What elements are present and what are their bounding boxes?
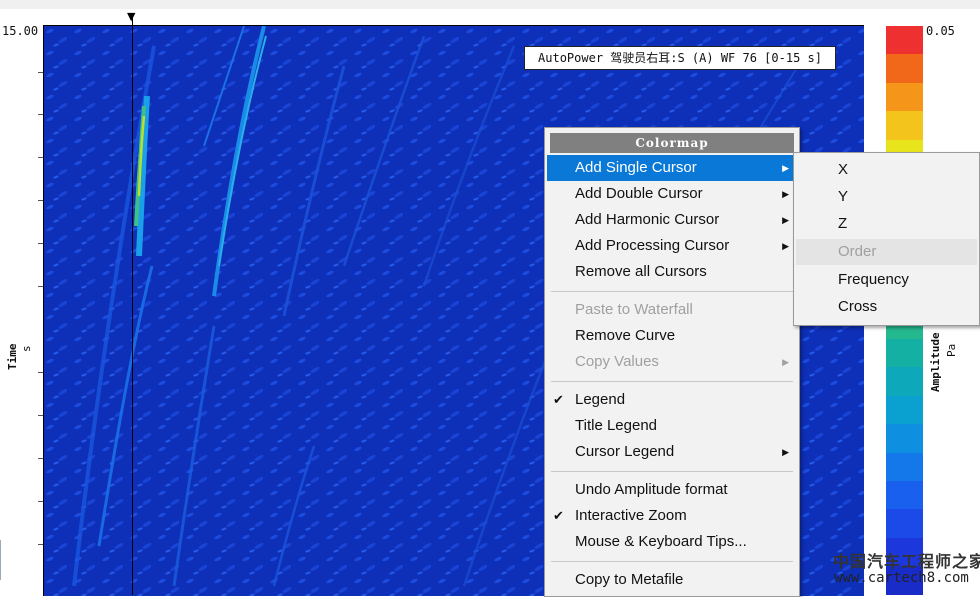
colorbar-swatch	[886, 367, 923, 396]
colorbar-swatch	[886, 111, 923, 140]
menu-item-remove-all-cursors[interactable]: Remove all Cursors	[547, 259, 795, 285]
context-menu-header: Colormap	[550, 133, 794, 153]
colorbar-swatch	[886, 395, 923, 425]
menu-item-add-single-cursor[interactable]: Add Single Cursor ▶	[547, 155, 795, 181]
menu-item-cursor-legend[interactable]: Cursor Legend ▶	[547, 439, 795, 465]
cursor-handle-icon[interactable]: ▼	[127, 11, 135, 22]
checkmark-icon: ✔	[553, 508, 564, 523]
menu-item-paste-to-waterfall: Paste to Waterfall	[575, 301, 693, 318]
menu-item-interactive-zoom[interactable]: ✔ Interactive Zoom	[547, 503, 795, 529]
submenu-arrow-icon: ▶	[782, 189, 789, 199]
menu-item-undo-amplitude-format[interactable]: Undo Amplitude format	[547, 477, 795, 503]
y-axis-unit: s	[20, 345, 33, 352]
menu-separator	[551, 291, 793, 292]
menu-item-mouse-keyboard-tips[interactable]: Mouse & Keyboard Tips...	[547, 529, 795, 555]
submenu-item-frequency[interactable]: Frequency	[796, 267, 977, 293]
y-axis-max-label: 15.00	[2, 24, 39, 38]
menu-separator	[551, 561, 793, 562]
menu-item-add-harmonic-cursor[interactable]: Add Harmonic Cursor ▶	[547, 207, 795, 233]
menu-item-title-legend[interactable]: Title Legend	[547, 413, 795, 439]
submenu-item-y[interactable]: Y	[796, 184, 977, 210]
menu-item-remove-curve[interactable]: Remove Curve	[547, 323, 795, 349]
colorbar-swatch	[886, 452, 923, 481]
submenu-arrow-icon: ▶	[782, 357, 789, 367]
colorbar-label: Amplitude	[929, 332, 942, 392]
watermark-url: www.cartech8.com	[834, 570, 969, 586]
menu-separator	[551, 381, 793, 382]
submenu-item-order: Order	[796, 239, 977, 265]
menu-item-add-processing-cursor[interactable]: Add Processing Cursor ▶	[547, 233, 795, 259]
submenu-item-z[interactable]: Z	[796, 211, 977, 237]
watermark-text: 中国汽车工程师之家	[833, 552, 980, 571]
cursor-type-submenu: X Y Z Order Frequency Cross	[793, 152, 980, 326]
y-axis-label: Time	[6, 343, 19, 371]
menu-item-add-double-cursor[interactable]: Add Double Cursor ▶	[547, 181, 795, 207]
colorbar-max-label: 0.05	[926, 24, 955, 38]
colorbar-swatch	[886, 481, 923, 510]
window-edge	[0, 540, 11, 580]
submenu-arrow-icon: ▶	[782, 447, 789, 457]
colorbar-swatch	[886, 82, 923, 112]
menu-separator	[551, 471, 793, 472]
single-cursor-line[interactable]	[132, 18, 133, 595]
y-axis-title: Time s	[6, 300, 33, 380]
submenu-item-x[interactable]: X	[796, 157, 977, 183]
title-legend[interactable]: AutoPower 驾驶员右耳:S (A) WF 76 [0-15 s]	[524, 46, 836, 70]
menu-item-legend[interactable]: ✔ Legend	[547, 387, 795, 413]
submenu-arrow-icon: ▶	[782, 163, 789, 173]
submenu-arrow-icon: ▶	[782, 215, 789, 225]
menu-item-copy-values: Copy Values ▶	[547, 349, 795, 375]
checkmark-icon: ✔	[553, 392, 564, 407]
menu-item-copy-to-metafile[interactable]: Copy to Metafile	[547, 567, 795, 593]
submenu-item-cross[interactable]: Cross	[796, 294, 977, 320]
colorbar-swatch	[886, 424, 923, 453]
top-bar	[0, 0, 980, 9]
colorbar-swatch	[886, 509, 923, 538]
submenu-arrow-icon: ▶	[782, 241, 789, 251]
colorbar-swatch	[886, 26, 923, 55]
colorbar-swatch	[886, 338, 923, 368]
colorbar-unit: Pa	[945, 343, 958, 357]
context-menu: Colormap Add Single Cursor ▶ Add Double C…	[544, 127, 800, 597]
colorbar-swatch	[886, 54, 923, 83]
